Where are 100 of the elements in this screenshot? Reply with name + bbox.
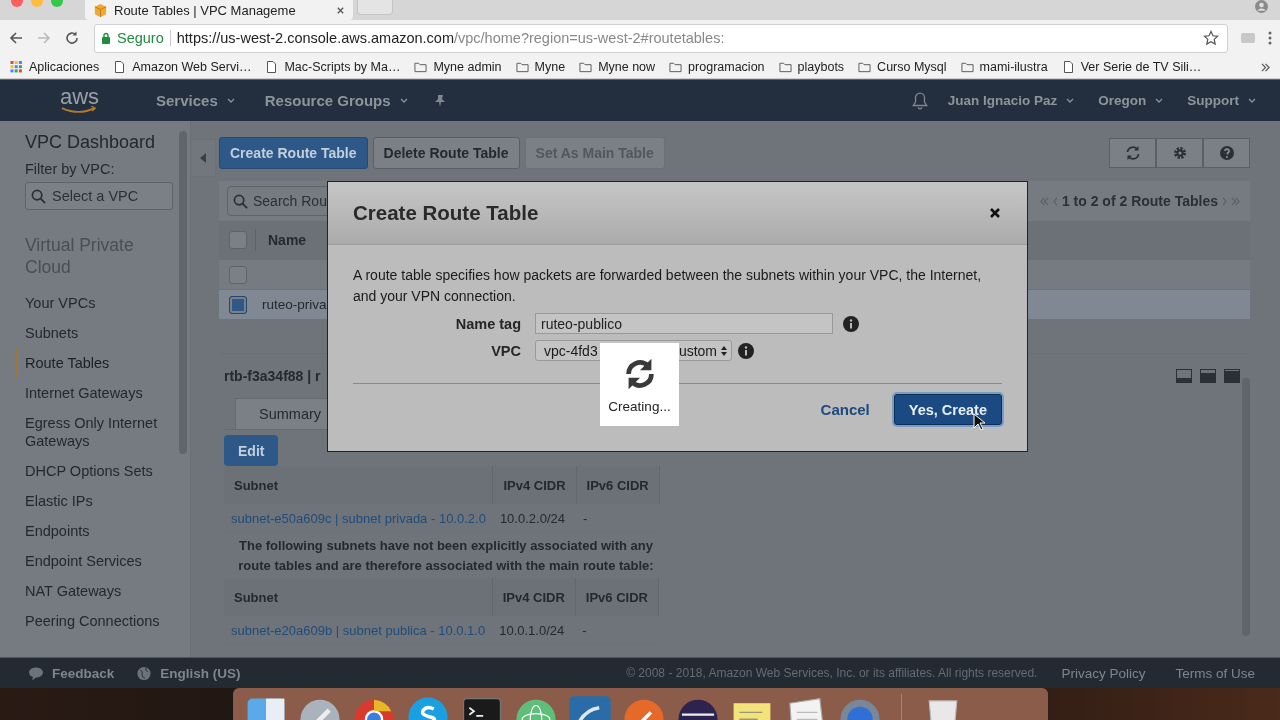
- progress-text: Creating...: [608, 399, 671, 414]
- nav-menu[interactable]: Services: [156, 92, 218, 109]
- field-label: Name tag: [454, 315, 521, 332]
- checkbox[interactable]: [229, 295, 247, 314]
- search-icon: [233, 194, 248, 209]
- triangle-icon[interactable]: [200, 153, 206, 163]
- layout-icon[interactable]: [1176, 369, 1192, 383]
- search-icon: [31, 189, 46, 204]
- close-icon[interactable]: [989, 207, 1001, 219]
- aws-logo[interactable]: aws: [60, 83, 100, 109]
- sidebar-item[interactable]: Route Tables: [15, 348, 160, 378]
- pin-icon[interactable]: [433, 93, 446, 108]
- cancel-button[interactable]: Cancel: [812, 394, 878, 425]
- back-icon[interactable]: [8, 30, 24, 46]
- create-button[interactable]: Yes, Create: [893, 394, 1002, 425]
- language-selector[interactable]: English (US): [160, 665, 241, 681]
- bookmark[interactable]: mami-ilustra: [960, 60, 1048, 74]
- toolbar-button[interactable]: Create Route Table: [219, 137, 368, 169]
- sidebar-item[interactable]: Peering Connections: [15, 606, 160, 636]
- edit-button[interactable]: Edit: [224, 435, 279, 466]
- bookmark[interactable]: Amazon Web Servi…: [113, 60, 252, 74]
- collapse-button[interactable]: [191, 139, 216, 177]
- folder-icon: [778, 61, 792, 73]
- table-cell: -: [575, 616, 659, 645]
- caret-icon[interactable]: [1155, 98, 1164, 103]
- layout-icon[interactable]: [1224, 369, 1240, 383]
- feedback-link[interactable]: Feedback: [52, 665, 115, 681]
- sidebar-item[interactable]: NAT Gateways: [15, 576, 160, 606]
- sidebar-item[interactable]: Endpoints: [15, 516, 160, 546]
- secure-label: Seguro: [117, 30, 164, 46]
- globe-icon: [136, 665, 153, 681]
- bookmark[interactable]: Curso Mysql: [858, 60, 947, 74]
- cursor-icon: [973, 413, 985, 431]
- refresh-icon[interactable]: [1124, 145, 1141, 161]
- profile-icon[interactable]: [1255, 0, 1268, 13]
- updown-icon[interactable]: [721, 345, 727, 356]
- close-window-button[interactable]: [11, 0, 23, 7]
- help-button[interactable]: [1203, 138, 1250, 168]
- column-header: Subnet: [224, 466, 493, 504]
- cube-icon: [93, 2, 108, 18]
- apps-icon: [10, 61, 23, 73]
- nav-menu[interactable]: Resource Groups: [264, 92, 391, 109]
- info-icon[interactable]: [738, 342, 754, 359]
- column-header[interactable]: Name: [268, 232, 307, 248]
- nav-menu[interactable]: Support: [1187, 93, 1239, 108]
- folder-icon: [515, 61, 529, 73]
- caret-icon[interactable]: [226, 98, 235, 103]
- footer-link[interactable]: Privacy Policy: [1061, 665, 1146, 681]
- nav-menu[interactable]: Oregon: [1098, 93, 1147, 108]
- star-icon[interactable]: [1203, 30, 1219, 46]
- gear-icon[interactable]: [1171, 145, 1188, 161]
- sidebar-item[interactable]: Your VPCs: [15, 288, 160, 318]
- menu-icon[interactable]: [1268, 30, 1272, 46]
- speech-bubble-icon: [28, 665, 44, 681]
- url-text: https://us-west-2.console.aws.amazon.com/vpc/home?region=us-west-2#routetables:: [176, 30, 726, 46]
- bookmark[interactable]: Aplicaciones: [10, 60, 100, 74]
- info-icon[interactable]: [843, 315, 859, 332]
- settings-button[interactable]: [1156, 138, 1203, 168]
- close-icon[interactable]: [336, 5, 345, 15]
- help-icon[interactable]: [1218, 145, 1235, 161]
- more-bookmarks-icon[interactable]: [1261, 62, 1270, 72]
- name-tag-field[interactable]: ruteo-publico: [535, 313, 833, 334]
- reload-icon[interactable]: [64, 30, 80, 46]
- footer-link[interactable]: Terms of Use: [1175, 665, 1255, 681]
- column-header: IPv4 CIDR: [492, 466, 577, 504]
- caret-icon[interactable]: [1066, 98, 1075, 103]
- route-table-title: rtb-f3a34f88 | r: [224, 368, 321, 384]
- column-header: IPv4 CIDR: [492, 578, 576, 616]
- table-cell: 10.0.2.0/24: [492, 504, 577, 533]
- sidebar-item[interactable]: Egress Only Internet Gateways: [15, 408, 160, 456]
- toolbar-button[interactable]: Delete Route Table: [372, 137, 520, 169]
- layout-icon[interactable]: [1200, 369, 1216, 383]
- bookmark[interactable]: Myne admin: [414, 60, 502, 74]
- bookmark[interactable]: playbots: [778, 60, 845, 74]
- sidebar-item[interactable]: Subnets: [15, 318, 160, 348]
- note-text: The following subnets have not been explicitly associated with any route tables and are therefore associated with the main route table:: [237, 537, 655, 575]
- table-cell: 10.0.1.0/24: [492, 616, 576, 645]
- sidebar-title[interactable]: VPC Dashboard: [25, 131, 179, 153]
- bookmark[interactable]: Mac-Scripts by Ma…: [265, 60, 401, 74]
- checkbox[interactable]: [229, 265, 247, 284]
- sidebar-item[interactable]: Internet Gateways: [15, 378, 160, 408]
- bookmark[interactable]: programacion: [669, 60, 765, 74]
- browser-tab[interactable]: Route Tables | VPC Manageme: [85, 0, 353, 20]
- bookmark[interactable]: Myne: [515, 60, 566, 74]
- sidebar-item[interactable]: Elastic IPs: [15, 486, 160, 516]
- caret-icon[interactable]: [399, 98, 408, 103]
- bookmark[interactable]: Myne now: [579, 60, 656, 74]
- checkbox[interactable]: [229, 231, 247, 249]
- filter-label: Filter by VPC:: [25, 161, 116, 177]
- vpc-filter-field[interactable]: Select a VPC: [25, 182, 173, 210]
- copyright-text: © 2008 - 2018, Amazon Web Services, Inc. or its affiliates. All rights reserved.: [626, 666, 1038, 680]
- refresh-button[interactable]: [1109, 138, 1156, 168]
- sidebar-item[interactable]: Endpoint Services: [15, 546, 160, 576]
- bell-icon[interactable]: [911, 91, 928, 110]
- address-bar[interactable]: Seguro https://us-west-2.console.aws.amazon.com/vpc/home?region=us-west-2#routetables:: [94, 23, 1228, 53]
- bookmark[interactable]: Ver Serie de TV Sili…: [1061, 60, 1202, 74]
- nav-menu[interactable]: Juan Ignacio Paz: [947, 93, 1058, 108]
- folder-icon: [579, 61, 593, 73]
- caret-icon[interactable]: [1248, 98, 1256, 103]
- sidebar-item[interactable]: DHCP Options Sets: [15, 456, 160, 486]
